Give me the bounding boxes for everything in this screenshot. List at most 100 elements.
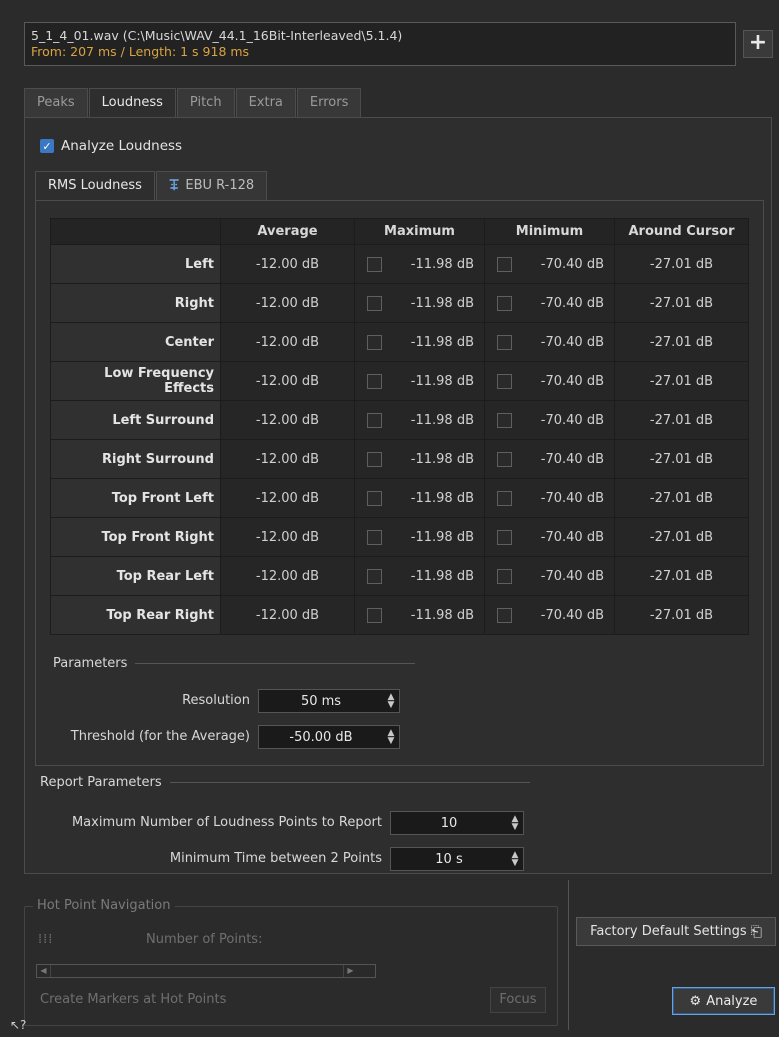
average-value: -12.00 dB [220, 439, 355, 479]
minimum-checkbox[interactable] [497, 451, 512, 467]
minimum-cell: -70.40 dB [484, 595, 615, 635]
minimum-cell: -70.40 dB [484, 517, 615, 557]
channel-name: Left [50, 244, 221, 284]
maximum-cell: -11.98 dB [354, 517, 485, 557]
checkbox-checked-icon[interactable]: ✓ [40, 139, 54, 153]
tab-pitch[interactable]: Pitch [176, 88, 235, 118]
maximum-value: -11.98 dB [410, 529, 474, 545]
tab-ebu-r128-label: EBU R-128 [185, 178, 255, 193]
number-of-points-label: Number of Points: [146, 932, 263, 947]
minimum-value: -70.40 dB [540, 412, 604, 428]
table-row: Left -12.00 dB -11.98 dB -70.40 dB -27.01 dB [50, 244, 749, 284]
minimum-checkbox[interactable] [497, 529, 512, 545]
minimum-checkbox[interactable] [497, 256, 512, 272]
resolution-value: 50 ms [300, 693, 342, 709]
points-icon: ⁞⁞⁞ [38, 932, 54, 947]
maximum-cell: -11.98 dB [354, 361, 485, 401]
minimum-checkbox[interactable] [497, 412, 512, 428]
maximum-checkbox[interactable] [367, 373, 382, 389]
factory-default-settings-button[interactable]: Factory Default Settings ⎗ [576, 917, 776, 946]
tab-loudness[interactable]: Loudness [88, 88, 176, 118]
minimum-value: -70.40 dB [540, 568, 604, 584]
spin-arrows-icon[interactable]: ▲ ▼ [507, 815, 523, 832]
resolution-stepper[interactable]: 50 ms ▲ ▼ [258, 689, 400, 713]
threshold-stepper[interactable]: -50.00 dB ▲ ▼ [258, 725, 400, 749]
tab-ebu-r128[interactable]: ꔊ EBU R-128 [155, 171, 268, 201]
minimum-checkbox[interactable] [497, 373, 512, 389]
minimum-cell: -70.40 dB [484, 556, 615, 596]
table-row: Top Rear Left -12.00 dB -11.98 dB -70.40 dB… [50, 556, 749, 596]
scroll-left-icon[interactable]: ◀ [37, 965, 51, 977]
average-value: -12.00 dB [220, 283, 355, 323]
spin-arrows-icon[interactable]: ▲ ▼ [383, 729, 399, 746]
parameters-section: Parameters [53, 656, 416, 671]
maximum-checkbox[interactable] [367, 295, 382, 311]
focus-button[interactable]: Focus [490, 987, 546, 1013]
tab-errors[interactable]: Errors [296, 88, 362, 118]
maximum-checkbox[interactable] [367, 568, 382, 584]
document-icon: ⎗ [750, 923, 762, 940]
analyze-loudness-label: Analyze Loudness [61, 138, 183, 154]
spin-arrows-icon[interactable]: ▲ ▼ [507, 851, 523, 868]
max-points-label: Maximum Number of Loudness Points to Rep… [71, 815, 382, 830]
around-cursor-value: -27.01 dB [614, 322, 749, 362]
average-value: -12.00 dB [220, 322, 355, 362]
min-time-stepper[interactable]: 10 s ▲ ▼ [390, 847, 524, 871]
create-markers-label[interactable]: Create Markers at Hot Points [40, 992, 226, 1007]
ebu-icon: ꔊ [168, 178, 180, 194]
channel-name: Right Surround [50, 439, 221, 479]
column-header-channel [50, 218, 221, 245]
maximum-checkbox[interactable] [367, 451, 382, 467]
main-tabs: Peaks Loudness Pitch Extra Errors [24, 88, 362, 118]
max-points-stepper[interactable]: 10 ▲ ▼ [390, 811, 524, 835]
maximum-cell: -11.98 dB [354, 244, 485, 284]
around-cursor-value: -27.01 dB [614, 283, 749, 323]
minimum-cell: -70.40 dB [484, 244, 615, 284]
minimum-checkbox[interactable] [497, 607, 512, 623]
maximum-checkbox[interactable] [367, 490, 382, 506]
file-path: 5_1_4_01.wav (C:\Music\WAV_44.1_16Bit-In… [31, 28, 403, 43]
spin-arrows-icon[interactable]: ▲ ▼ [383, 693, 399, 710]
minimum-checkbox[interactable] [497, 295, 512, 311]
maximum-checkbox[interactable] [367, 412, 382, 428]
maximum-value: -11.98 dB [410, 373, 474, 389]
report-parameters-title: Report Parameters [40, 775, 162, 790]
minimum-value: -70.40 dB [540, 607, 604, 623]
table-row: Top Front Left -12.00 dB -11.98 dB -70.40 d… [50, 478, 749, 518]
parameters-divider [135, 663, 416, 664]
maximum-checkbox[interactable] [367, 334, 382, 350]
channel-name: Center [50, 322, 221, 362]
average-value: -12.00 dB [220, 556, 355, 596]
average-value: -12.00 dB [220, 400, 355, 440]
minimum-value: -70.40 dB [540, 529, 604, 545]
around-cursor-value: -27.01 dB [614, 478, 749, 518]
tab-rms-loudness[interactable]: RMS Loudness [35, 171, 155, 201]
tab-peaks[interactable]: Peaks [24, 88, 88, 118]
hot-point-navigation-title: Hot Point Navigation [33, 898, 175, 913]
minimum-checkbox[interactable] [497, 334, 512, 350]
add-file-button[interactable]: + [743, 30, 773, 58]
maximum-checkbox[interactable] [367, 256, 382, 272]
analyze-button[interactable]: ⚙ Analyze [672, 987, 775, 1015]
maximum-checkbox[interactable] [367, 607, 382, 623]
maximum-value: -11.98 dB [410, 490, 474, 506]
scroll-right-icon[interactable]: ▶ [343, 965, 357, 977]
table-row: Low Frequency Effects -12.00 dB -11.98 dB -… [50, 361, 749, 401]
analyze-loudness-checkbox[interactable]: ✓ Analyze Loudness [40, 138, 182, 154]
resolution-label: Resolution [182, 693, 250, 708]
hot-point-scrollbar[interactable]: ◀ ▶ [36, 964, 376, 978]
minimum-checkbox[interactable] [497, 568, 512, 584]
table-row: Top Front Right -12.00 dB -11.98 dB -70.40 … [50, 517, 749, 557]
table-row: Right -12.00 dB -11.98 dB -70.40 dB -27.01 d… [50, 283, 749, 323]
maximum-value: -11.98 dB [410, 334, 474, 350]
minimum-checkbox[interactable] [497, 490, 512, 506]
minimum-cell: -70.40 dB [484, 361, 615, 401]
tab-extra[interactable]: Extra [235, 88, 296, 118]
help-cursor-icon: ↖? [10, 1018, 27, 1032]
report-parameters-section: Report Parameters [40, 775, 530, 790]
channel-name: Low Frequency Effects [50, 361, 221, 401]
maximum-checkbox[interactable] [367, 529, 382, 545]
maximum-cell: -11.98 dB [354, 595, 485, 635]
analyze-label: Analyze [706, 993, 758, 1009]
minimum-cell: -70.40 dB [484, 400, 615, 440]
